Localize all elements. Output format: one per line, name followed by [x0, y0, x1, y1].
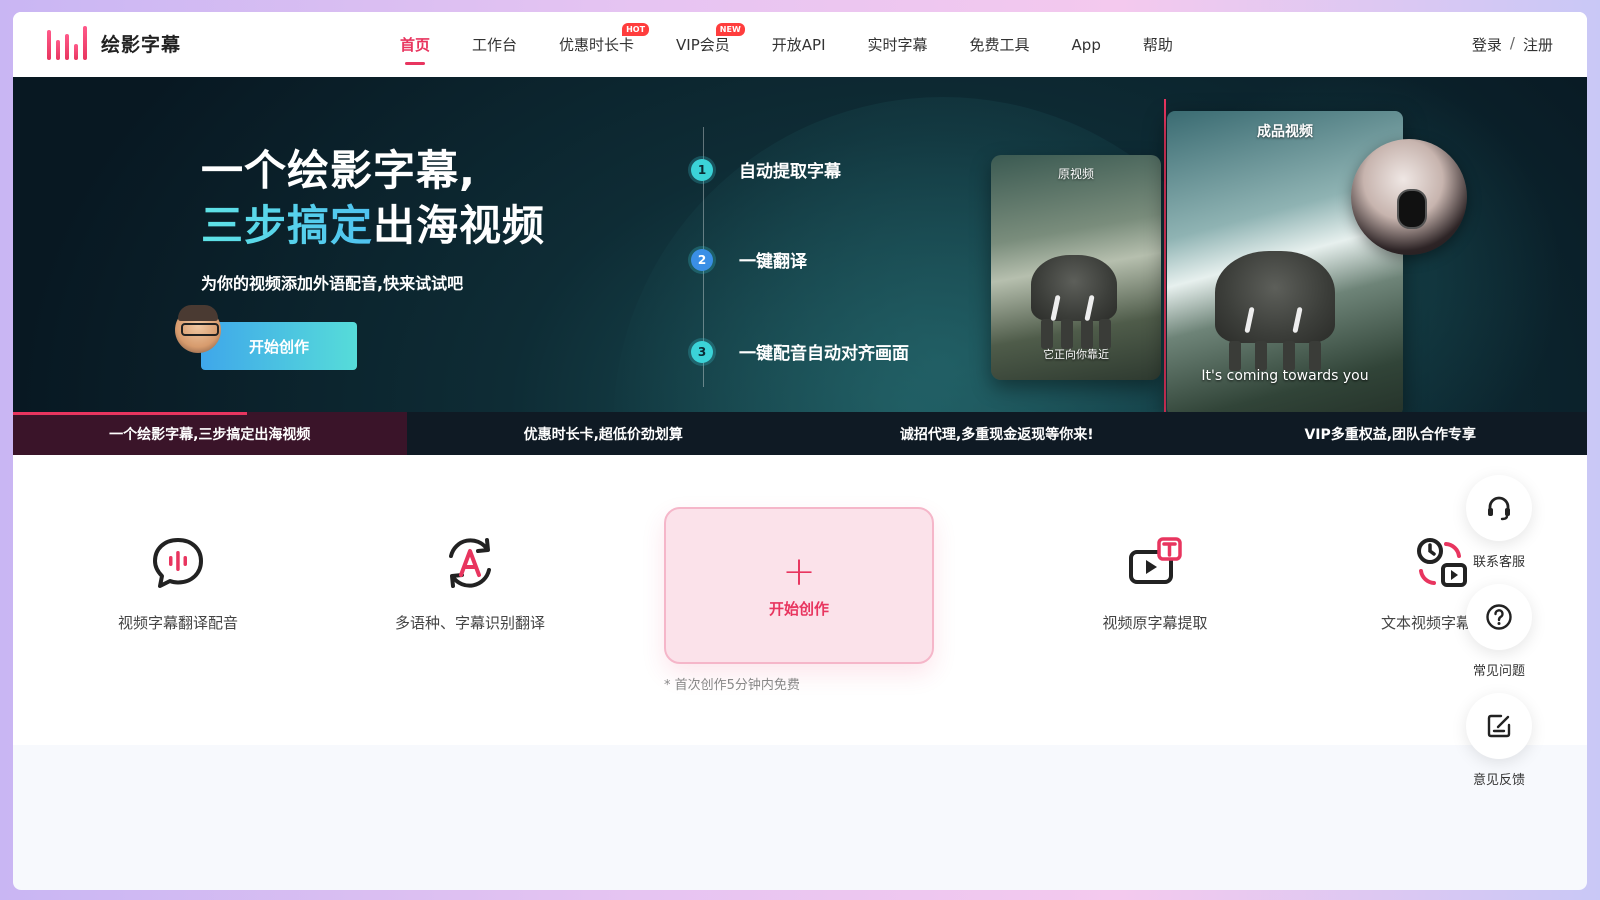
brand-name: 绘影字幕: [101, 33, 182, 56]
nav-item-label: 实时字幕: [867, 36, 928, 54]
main-nav: 首页 工作台 优惠时长卡 HOT VIP会员 NEW 开放API 实时字幕 免费工具…: [379, 12, 1194, 77]
elephant-image: [1215, 251, 1335, 371]
nav-item-label: 优惠时长卡: [559, 36, 635, 54]
hero-start-button[interactable]: 开始创作: [201, 322, 357, 370]
create-label: 开始创作: [768, 600, 829, 618]
banner-tabstrip: 一个绘影字幕,三步搞定出海视频 优惠时长卡,超低价劲划算 诚招代理,多重现金返现…: [13, 412, 1587, 455]
nav-item-label: 免费工具: [969, 36, 1030, 54]
hero-title-rest: 出海视频: [373, 201, 546, 250]
side-contact: 联系客服: [1463, 475, 1535, 570]
top-header: 绘影字幕 首页 工作台 优惠时长卡 HOT VIP会员 NEW 开放API 实时字幕…: [13, 12, 1587, 77]
side-feedback: 意见反馈: [1463, 693, 1535, 788]
headset-icon: [1488, 496, 1510, 521]
feedback-edit-icon: [1487, 714, 1511, 738]
new-badge: NEW: [715, 23, 745, 36]
nav-item-vip[interactable]: VIP会员 NEW: [655, 12, 751, 77]
free-trial-note: * 首次创作5分钟内免费: [664, 678, 800, 693]
mascot-avatar-icon: [175, 305, 221, 353]
step-text: 一键翻译: [739, 252, 807, 272]
side-faq: 常见问题: [1463, 584, 1535, 679]
register-link[interactable]: 注册: [1523, 34, 1553, 55]
browser-window: 绘影字幕 首页 工作台 优惠时长卡 HOT VIP会员 NEW 开放API 实时字幕…: [13, 12, 1587, 890]
nav-item-discount-card[interactable]: 优惠时长卡 HOT: [538, 12, 655, 77]
side-label: 常见问题: [1472, 664, 1525, 679]
step-number: 1: [691, 158, 713, 181]
logo-bars-icon: [47, 26, 87, 60]
video-text-extract-icon: [1129, 537, 1182, 584]
nav-item-free-tools[interactable]: 免费工具: [949, 12, 1051, 77]
nav-item-workspace[interactable]: 工作台: [451, 12, 538, 77]
hero-title-line2: 三步搞定出海视频: [201, 192, 545, 253]
nav-item-home[interactable]: 首页: [379, 12, 451, 77]
hot-badge: HOT: [622, 23, 650, 36]
brand-logo[interactable]: 绘影字幕: [47, 26, 181, 60]
side-label: 意见反馈: [1472, 773, 1525, 788]
question-icon: [1486, 604, 1512, 630]
login-link[interactable]: 登录: [1472, 34, 1502, 55]
original-video-label: 原视频: [1057, 167, 1094, 181]
nav-item-label: 帮助: [1142, 36, 1173, 54]
step-text: 自动提取字幕: [739, 162, 841, 182]
elephant-image: [1031, 255, 1117, 349]
original-video-caption: 它正向你靠近: [1043, 348, 1109, 361]
original-video-card: 原视频 它正向你靠近: [991, 155, 1161, 380]
step-2: 2 一键翻译: [691, 247, 807, 272]
hero-title-line1: 一个绘影字幕,: [201, 146, 476, 195]
language-cycle-icon: [449, 538, 491, 588]
faq-button[interactable]: [1466, 584, 1532, 650]
step-number: 2: [691, 248, 713, 271]
dubbing-speaker-avatar: [1351, 139, 1467, 255]
banner-tab-1[interactable]: 一个绘影字幕,三步搞定出海视频: [13, 412, 407, 455]
side-label: 联系客服: [1472, 555, 1525, 570]
step-text: 一键配音自动对齐画面: [739, 344, 909, 364]
plus-icon: +: [782, 549, 816, 595]
hero-subtitle: 为你的视频添加外语配音,快来试试吧: [201, 274, 464, 293]
feature-label: 多语种、字幕识别翻译: [394, 614, 545, 632]
feature-extract-subtitle[interactable]: 视频原字幕提取: [1045, 534, 1265, 633]
feature-label: 视频原字幕提取: [1102, 614, 1208, 632]
step-3: 3 一键配音自动对齐画面: [691, 339, 909, 364]
nav-item-label: 开放API: [771, 36, 826, 54]
nav-item-api[interactable]: 开放API: [751, 12, 847, 77]
speech-waveform-icon: [153, 538, 203, 588]
nav-item-realtime-subtitle[interactable]: 实时字幕: [847, 12, 949, 77]
final-video-caption: It's coming towards you: [1201, 368, 1369, 384]
text-video-match-icon: [1417, 538, 1467, 587]
nav-item-label: VIP会员: [676, 36, 730, 54]
banner-tab-4[interactable]: VIP多重权益,团队合作专享: [1194, 412, 1588, 455]
banner-tab-2[interactable]: 优惠时长卡,超低价劲划算: [407, 412, 801, 455]
feature-translate-dub[interactable]: 视频字幕翻译配音: [68, 534, 288, 633]
banner-tab-3[interactable]: 诚招代理,多重现金返现等你来!: [800, 412, 1194, 455]
feature-section: 视频字幕翻译配音 多语种、字幕识别翻译 + 开始创作 * 首次创作5分钟内免费: [13, 455, 1587, 745]
step-1: 1 自动提取字幕: [691, 157, 841, 182]
nav-item-label: 首页: [400, 36, 431, 54]
create-button[interactable]: + 开始创作: [664, 507, 934, 664]
feedback-button[interactable]: [1466, 693, 1532, 759]
feature-label: 视频字幕翻译配音: [117, 614, 238, 632]
contact-service-button[interactable]: [1466, 475, 1532, 541]
auth-separator: /: [1509, 34, 1515, 52]
hero-title-highlight: 三步搞定: [201, 201, 374, 250]
nav-item-label: 工作台: [472, 36, 518, 54]
final-video-label: 成品视频: [1257, 124, 1313, 140]
step-number: 3: [691, 340, 713, 363]
nav-item-help[interactable]: 帮助: [1122, 12, 1194, 77]
nav-item-label: App: [1071, 35, 1101, 54]
compare-divider: [1164, 99, 1166, 419]
nav-item-app[interactable]: App: [1051, 12, 1122, 77]
feature-multilang[interactable]: 多语种、字幕识别翻译: [360, 534, 580, 633]
auth-links: 登录 / 注册: [1472, 34, 1553, 55]
